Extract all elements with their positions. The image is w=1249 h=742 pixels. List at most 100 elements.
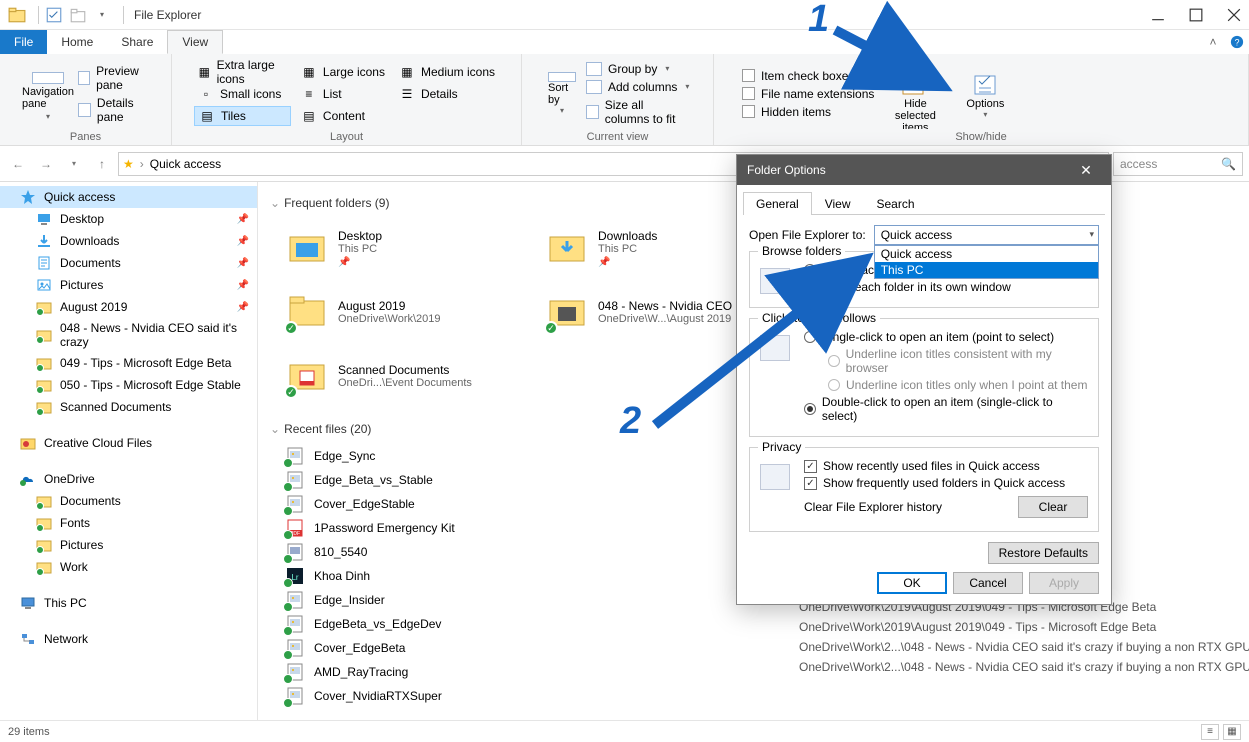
close-button[interactable] <box>1227 8 1241 22</box>
recent-file-row[interactable]: Cover_NvidiaRTXSuper <box>286 684 1237 708</box>
radio-single-click[interactable]: Single-click to open an item (point to s… <box>804 330 1088 344</box>
layout-tiles[interactable]: ▤Tiles <box>194 106 291 126</box>
sidebar-this-pc[interactable]: This PC <box>0 592 257 614</box>
sidebar-item[interactable]: Fonts <box>0 512 257 534</box>
dialog-tab-general[interactable]: General <box>743 192 812 215</box>
recent-locations-button[interactable]: ▾ <box>62 152 86 176</box>
ribbon-collapse-icon[interactable]: ˄ <box>1201 30 1225 54</box>
checkbox-icon <box>742 87 755 100</box>
sync-badge-icon <box>283 554 293 564</box>
tab-view[interactable]: View <box>167 30 223 54</box>
tile-location: This PC <box>598 243 657 255</box>
recent-file-path: OneDrive\Work\2019\August 2019\049 - Tip… <box>789 617 1249 637</box>
sidebar-item[interactable]: Pictures <box>0 534 257 556</box>
sidebar-item[interactable]: 048 - News - Nvidia CEO said it's crazy <box>0 318 257 352</box>
tile-name: Desktop <box>338 229 382 243</box>
radio-icon <box>804 331 816 343</box>
checkbox-privacy-frequent[interactable]: Show frequently used folders in Quick ac… <box>804 476 1088 490</box>
sync-badge-icon: ✓ <box>284 321 298 335</box>
file-icon <box>286 615 304 633</box>
sidebar-item[interactable]: Work <box>0 556 257 578</box>
layout-content[interactable]: ▤Content <box>297 106 389 126</box>
dialog-tab-search[interactable]: Search <box>864 192 928 215</box>
file-name-extensions-toggle[interactable]: File name extensions <box>742 87 874 101</box>
qat-properties-icon[interactable] <box>45 6 63 24</box>
sidebar-creative-cloud[interactable]: Creative Cloud Files <box>0 432 257 454</box>
sidebar-item-label: 048 - News - Nvidia CEO said it's crazy <box>60 321 249 349</box>
back-button[interactable]: ← <box>6 152 30 176</box>
recent-file-name: Edge_Beta_vs_Stable <box>314 473 433 487</box>
size-all-columns-button[interactable]: Size all columns to fit <box>586 98 691 126</box>
frequent-folder-tile[interactable]: ✓Scanned DocumentsOneDri...\Event Docume… <box>286 346 526 406</box>
dialog-apply-button[interactable]: Apply <box>1029 572 1099 594</box>
add-columns-button[interactable]: Add columns▾ <box>586 80 691 94</box>
qat-newfolder-icon[interactable] <box>69 6 87 24</box>
sidebar-item[interactable]: August 2019📌 <box>0 296 257 318</box>
maximize-button[interactable] <box>1189 8 1203 22</box>
layout-large-icons[interactable]: ▦Large icons <box>297 62 389 82</box>
layout-small-icons[interactable]: ▫Small icons <box>194 84 291 104</box>
tab-file[interactable]: File <box>0 30 47 54</box>
up-button[interactable]: ↑ <box>90 152 114 176</box>
sidebar-onedrive[interactable]: OneDrive <box>0 468 257 490</box>
preview-pane-button[interactable]: Preview pane <box>78 64 149 92</box>
frequent-folder-tile[interactable]: ✓August 2019OneDrive\Work\2019 <box>286 282 526 342</box>
ribbon-group-showhide-label: Show/hide <box>724 129 1238 143</box>
recent-file-path: OneDrive\Work\2...\048 - News - Nvidia C… <box>789 657 1249 677</box>
minimize-button[interactable] <box>1151 8 1165 22</box>
radio-own-window[interactable]: Open each folder in its own window <box>804 280 1088 294</box>
qat-dropdown-icon[interactable]: ▾ <box>93 6 111 24</box>
sidebar-item[interactable]: Scanned Documents <box>0 396 257 418</box>
layout-medium-icons[interactable]: ▦Medium icons <box>395 62 499 82</box>
sidebar-item[interactable]: Documents <box>0 490 257 512</box>
checkbox-privacy-recent[interactable]: Show recently used files in Quick access <box>804 459 1088 473</box>
view-thumbnails-toggle-icon[interactable]: ▦ <box>1223 724 1241 740</box>
recent-file-name: 1Password Emergency Kit <box>314 521 455 535</box>
tile-location: This PC <box>338 243 382 255</box>
dropdown-option-this-pc[interactable]: This PC <box>875 262 1098 278</box>
layout-extra-large-icons[interactable]: ▦Extra large icons <box>194 62 291 82</box>
dialog-ok-button[interactable]: OK <box>877 572 947 594</box>
dialog-cancel-button[interactable]: Cancel <box>953 572 1023 594</box>
tab-home[interactable]: Home <box>47 30 107 54</box>
sidebar-item-label: Pictures <box>60 278 103 292</box>
dialog-tab-view[interactable]: View <box>812 192 864 215</box>
sidebar-item[interactable]: Downloads📌 <box>0 230 257 252</box>
navigation-pane-button[interactable]: Navigation pane ▾ <box>22 66 74 121</box>
tab-share[interactable]: Share <box>107 30 167 54</box>
search-box[interactable]: access 🔍 <box>1113 152 1243 176</box>
tile-name: Scanned Documents <box>338 363 472 377</box>
forward-button[interactable]: → <box>34 152 58 176</box>
hidden-items-toggle[interactable]: Hidden items <box>742 105 874 119</box>
sidebar-item[interactable]: Pictures📌 <box>0 274 257 296</box>
sidebar-this-pc-label: This PC <box>44 596 87 610</box>
recent-file-name: Cover_EdgeStable <box>314 497 415 511</box>
sort-by-button[interactable]: Sort by ▾ <box>544 66 580 121</box>
radio-double-click[interactable]: Double-click to open an item (single-cli… <box>804 395 1088 423</box>
sidebar-item[interactable]: 049 - Tips - Microsoft Edge Beta <box>0 352 257 374</box>
recent-file-name: Cover_EdgeBeta <box>314 641 405 655</box>
sync-badge-icon: ✓ <box>284 385 298 399</box>
frequent-folder-tile[interactable]: DesktopThis PC📌 <box>286 218 526 278</box>
options-button[interactable]: Options ▾ <box>950 66 1020 121</box>
hide-selected-items-button[interactable]: Hide selected items <box>880 66 950 121</box>
open-explorer-to-select[interactable]: Quick access ▾ Quick access This PC <box>874 225 1099 245</box>
sidebar-item[interactable]: Desktop📌 <box>0 208 257 230</box>
pin-icon: 📌 <box>237 302 249 313</box>
layout-details[interactable]: ☰Details <box>395 84 499 104</box>
sidebar-quick-access[interactable]: Quick access <box>0 186 257 208</box>
sidebar-item[interactable]: Documents📌 <box>0 252 257 274</box>
group-by-button[interactable]: Group by▾ <box>586 62 691 76</box>
item-check-boxes-toggle[interactable]: Item check boxes <box>742 69 874 83</box>
help-icon[interactable]: ? <box>1225 30 1249 54</box>
clear-history-button[interactable]: Clear <box>1018 496 1088 518</box>
view-details-toggle-icon[interactable]: ≡ <box>1201 724 1219 740</box>
restore-defaults-button[interactable]: Restore Defaults <box>988 542 1099 564</box>
details-pane-button[interactable]: Details pane <box>78 96 149 124</box>
layout-list[interactable]: ≡List <box>297 84 389 104</box>
sidebar-item[interactable]: 050 - Tips - Microsoft Edge Stable <box>0 374 257 396</box>
dialog-titlebar[interactable]: Folder Options ✕ <box>737 155 1111 185</box>
sidebar-network[interactable]: Network <box>0 628 257 650</box>
dropdown-option-quick-access[interactable]: Quick access <box>875 246 1098 262</box>
dialog-close-button[interactable]: ✕ <box>1071 162 1101 179</box>
